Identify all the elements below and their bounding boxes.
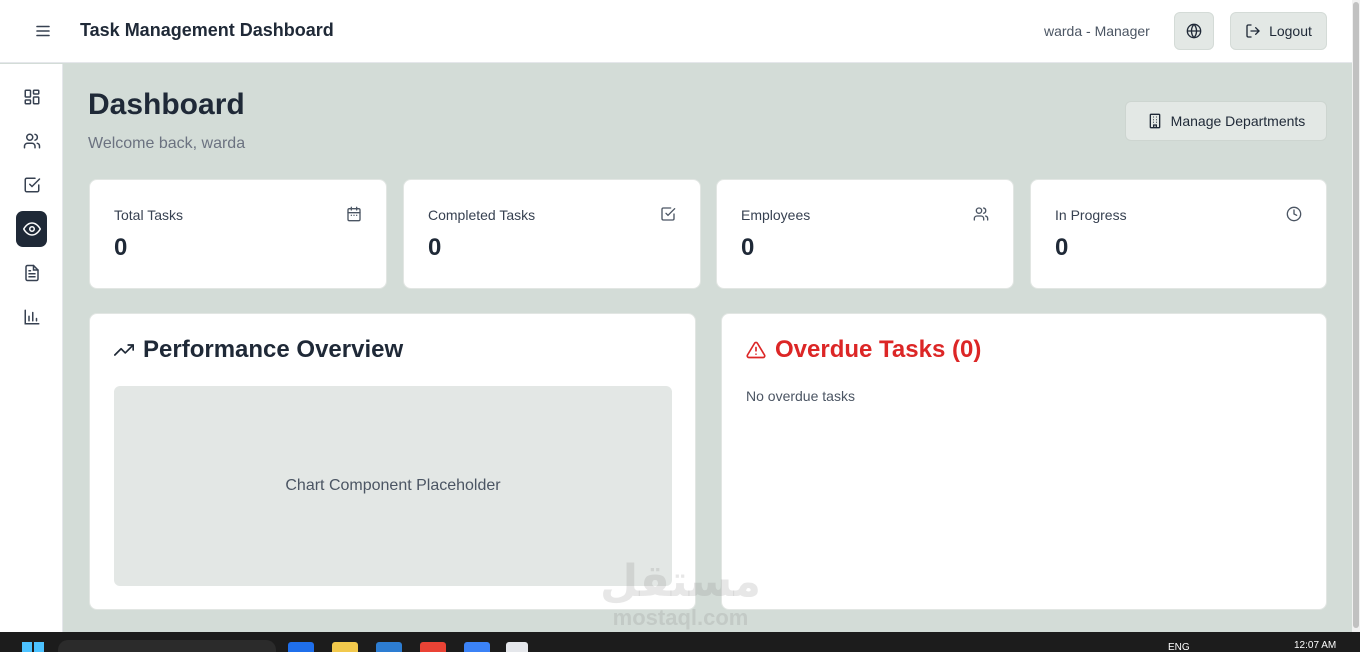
page-title: Dashboard [88, 88, 245, 121]
welcome-text: Welcome back, warda [88, 135, 246, 152]
performance-title: Performance Overview [143, 336, 404, 363]
windows-start-icon[interactable] [22, 642, 44, 652]
logout-label: Logout [1269, 23, 1312, 39]
taskbar-app-icon[interactable] [506, 642, 528, 652]
menu-icon[interactable] [30, 18, 56, 44]
taskbar-app-icon[interactable] [288, 642, 314, 652]
manage-departments-label: Manage Departments [1170, 113, 1306, 129]
language-button[interactable] [1174, 12, 1214, 50]
bar-chart-icon [24, 309, 39, 325]
performance-header: Performance Overview [114, 336, 403, 364]
sidebar-item-reports[interactable] [16, 256, 47, 290]
building-icon [1149, 113, 1161, 129]
check-square-icon [661, 207, 676, 221]
chart-placeholder: Chart Component Placeholder [114, 386, 672, 586]
sidebar-item-users[interactable] [16, 124, 47, 158]
taskbar-search[interactable] [58, 640, 276, 652]
sidebar-item-overview[interactable] [16, 211, 47, 247]
stat-card-completed-tasks: Completed Tasks 0 [403, 179, 701, 289]
calendar-icon [347, 206, 361, 222]
file-text-icon [24, 264, 39, 282]
stat-label: Total Tasks [114, 207, 183, 223]
stat-label: Completed Tasks [428, 207, 536, 223]
stat-value: 0 [114, 234, 128, 261]
alert-triangle-icon [746, 341, 766, 359]
check-square-icon [24, 177, 40, 193]
eye-icon [22, 222, 41, 236]
chrome-icon[interactable] [420, 642, 446, 652]
users-icon [23, 133, 40, 149]
overdue-panel: Overdue Tasks (0) No overdue tasks [721, 313, 1327, 610]
folder-icon[interactable] [332, 642, 358, 652]
watermark-arabic: مستقل [600, 556, 761, 607]
app-title: Task Management Dashboard [80, 20, 334, 40]
stat-value: 0 [741, 234, 755, 261]
watermark-latin: mostaql.com [612, 605, 749, 630]
stat-value: 0 [1055, 234, 1069, 261]
watermark: مستقل mostaql.com [598, 558, 763, 630]
users-icon [973, 207, 989, 221]
taskbar-language[interactable]: ENG [1168, 642, 1190, 652]
taskbar: ENG 12:07 AM [0, 632, 1360, 652]
trending-up-icon [114, 344, 134, 356]
chart-placeholder-text: Chart Component Placeholder [285, 477, 501, 494]
overdue-empty-text: No overdue tasks [746, 388, 855, 404]
clock-icon [1286, 206, 1302, 222]
stat-card-employees: Employees 0 [716, 179, 1014, 289]
layout-grid-icon [24, 89, 39, 105]
sidebar-item-tasks[interactable] [16, 168, 47, 202]
taskbar-app-icon[interactable] [376, 642, 402, 652]
stat-label: In Progress [1055, 207, 1127, 223]
logout-button[interactable]: Logout [1230, 12, 1327, 50]
scrollbar-thumb[interactable] [1353, 2, 1359, 628]
stat-card-in-progress: In Progress 0 [1030, 179, 1327, 289]
user-role-label: warda - Manager [1044, 23, 1150, 39]
top-bar: Task Management Dashboard warda - Manage… [0, 0, 1352, 63]
taskbar-clock[interactable]: 12:07 AM [1294, 640, 1336, 651]
sidebar-item-dashboard[interactable] [16, 80, 47, 114]
globe-icon [1186, 23, 1202, 39]
stat-card-total-tasks: Total Tasks 0 [89, 179, 387, 289]
sidebar-item-analytics[interactable] [16, 300, 47, 334]
vscode-icon[interactable] [464, 642, 490, 652]
stat-value: 0 [428, 234, 442, 261]
logout-icon [1246, 24, 1260, 38]
stat-label: Employees [741, 207, 811, 223]
sidebar [0, 64, 63, 632]
overdue-title: Overdue Tasks (0) [775, 336, 982, 363]
manage-departments-button[interactable]: Manage Departments [1125, 101, 1327, 141]
overdue-header: Overdue Tasks (0) [746, 336, 981, 364]
